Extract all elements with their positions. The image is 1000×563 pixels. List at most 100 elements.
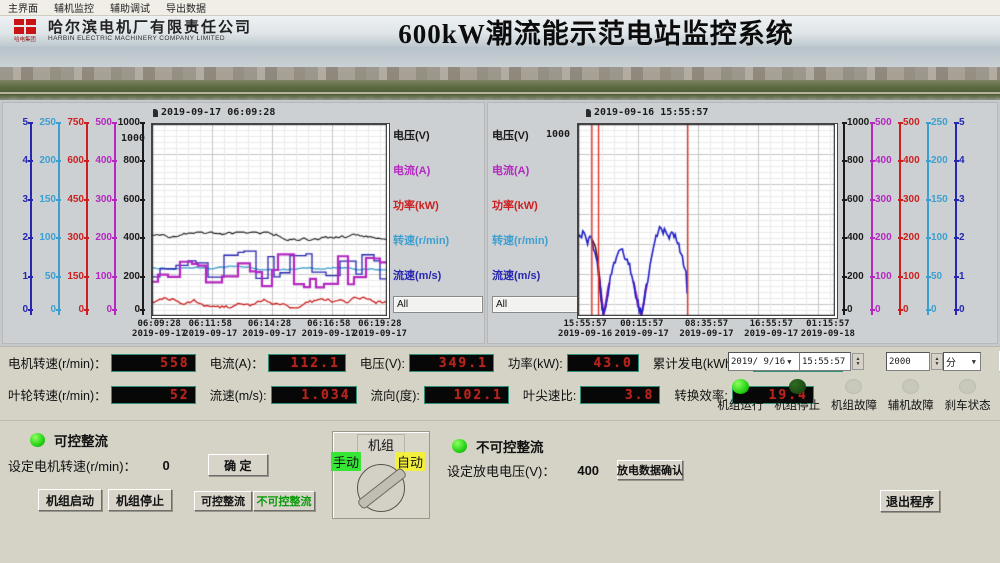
logo-caption: 哈电集团 [14,34,36,42]
legend-item[interactable]: 转速(r/min) [492,222,582,257]
readout-label: 流速(m/s): [210,385,267,404]
exit-program-button[interactable]: 退出程序 [880,490,940,512]
value-axis: 10008006004002000 [840,123,868,315]
axis-tick-label: 0 [88,305,112,315]
right-chart-legend: 电压(V)电流(A)功率(kW)转速(r/min)流速(m/s)All [492,117,582,313]
status-indicator: 辅机故障 [882,379,939,413]
legend-item[interactable]: 流速(m/s) [393,257,483,292]
legend-item[interactable]: 转速(r/min) [393,222,483,257]
status-label: 机组故障 [831,397,877,413]
axis-tick-label: 750 [60,118,84,128]
date-picker[interactable]: 2019/ 9/16 ▼ [728,352,800,371]
time-spinner[interactable]: ▲▼ [852,353,864,370]
diode-rectify-button[interactable]: 不可控整流 [253,491,315,511]
left-chart-legend: 电压(V)电流(A)功率(kW)转速(r/min)流速(m/s) All [393,117,483,313]
status-label: 刹车状态 [945,397,991,413]
readout-item: 电机转速(r/min)：558 [8,353,196,372]
status-led-icon [732,379,749,394]
left-chart-axes: 5432102502001501005007506004503001500500… [7,123,147,315]
axis-tick-label: 4 [959,156,983,166]
status-led-row: 机组运行机组停止机组故障辅机故障刹车状态 [712,379,996,413]
value-axis: 250200150100500 [35,123,63,315]
time-axis-label: 01:15:572019-09-18 [801,319,855,340]
interval-spinner[interactable]: ▲▼ [931,353,943,370]
left-chart-x-labels: 06:09:282019-09-1706:11:582019-09-1706:1… [151,319,388,343]
scr-rectifier-label: 可控整流 [54,430,108,450]
interval-unit-select[interactable]: 分 ▼ [943,352,981,371]
legend-item[interactable]: 电流(A) [393,152,483,187]
axis-tick-label: 0 [60,305,84,315]
left-plot-max-label: 1000 [121,133,145,144]
value-axis: 10008006004002000 [119,123,147,315]
confirm-button[interactable]: 确 定 [208,454,268,476]
right-plot-max-label: 1000 [546,129,570,140]
unit-switch-title: 机组 [357,434,405,454]
he-logo-icon [14,19,36,34]
legend-item[interactable]: 电流(A) [492,152,582,187]
unit-stop-button[interactable]: 机组停止 [108,489,172,511]
axis-tick-label: 500 [88,118,112,128]
legend-item[interactable]: 功率(kW) [393,187,483,222]
cursor-marker-icon [586,109,591,117]
time-axis-label: 06:09:282019-09-17 [132,319,186,340]
right-chart-canvas[interactable] [578,124,835,316]
status-led-icon [902,379,919,394]
status-indicator: 刹车状态 [939,379,996,413]
time-axis-label: 08:35:572019-09-17 [679,319,733,340]
company-name-block: 哈尔滨电机厂有限责任公司 HARBIN ELECTRIC MACHINERY C… [48,20,252,43]
axis-tick-label: 100 [88,272,112,282]
axis-tick-label: 600 [60,156,84,166]
seven-segment-display: 112.1 [268,354,346,372]
legend-item[interactable]: 功率(kW) [492,187,582,222]
readout-band: 电机转速(r/min)：558电流(A)：112.1电压(V):349.1功率(… [0,346,1000,421]
manual-mode-label[interactable]: 手动 [331,452,361,471]
axis-tick-label: 400 [116,233,140,243]
readout-label: 电压(V): [360,353,405,372]
scr-rectify-button[interactable]: 可控整流 [194,491,252,511]
chevron-down-icon[interactable]: ▼ [785,358,793,366]
legend-item[interactable]: 流速(m/s) [492,257,582,292]
set-voltage-value[interactable]: 400 [577,463,599,478]
seven-segment-display: 3.8 [580,386,660,404]
axis-tick-label: 150 [60,272,84,282]
seven-segment-display: 1.034 [271,386,357,404]
left-chart-panel: 5432102502001501005007506004503001500500… [2,102,485,344]
seven-segment-display: 52 [111,386,196,404]
value-axis: 5004003002001000 [896,123,924,315]
chevron-down-icon[interactable]: ▼ [970,358,978,366]
status-led-icon [789,379,806,394]
company-name-en: HARBIN ELECTRIC MACHINERY COMPANY LIMITE… [48,36,252,43]
seven-segment-display: 102.1 [424,386,509,404]
readout-item: 叶轮转速(r/min)：52 [8,385,196,404]
status-indicator: 机组停止 [769,379,826,413]
readout-item: 电流(A)：112.1 [210,353,346,372]
unit-start-button[interactable]: 机组启动 [38,489,102,511]
legend-all-selector[interactable]: All [492,296,582,313]
axis-tick-label: 800 [116,156,140,166]
legend-item[interactable]: 电压(V) [393,117,483,152]
left-chart-canvas[interactable] [152,124,387,316]
discharge-confirm-button[interactable]: 放电数据确认 [617,460,683,480]
panorama-road [0,92,1000,94]
axis-tick-label: 3 [959,195,983,205]
menu-item[interactable]: 主界面 [0,0,46,15]
seven-segment-display: 558 [111,354,196,372]
readout-label: 流向(度): [371,385,420,404]
set-speed-value[interactable]: 0 [163,458,170,473]
axis-tick-label: 300 [60,233,84,243]
menu-item[interactable]: 辅助调试 [102,0,158,15]
value-axis: 7506004503001500 [63,123,91,315]
legend-all-selector[interactable]: All [393,296,483,313]
page-title: 600kW潮流能示范电站监控系统 [252,12,1000,51]
axis-tick-label: 5 [959,118,983,128]
axis-tick-label: 150 [32,195,56,205]
axis-tick-label: 2 [959,233,983,243]
left-plot-area[interactable] [151,123,390,319]
time-picker[interactable]: 15:55:57 [800,352,851,371]
interval-input[interactable]: 2000 [886,352,930,371]
axis-tick-label: 2 [4,233,28,243]
right-plot-area[interactable] [577,123,838,319]
mode-rotary-knob[interactable] [357,464,405,512]
menu-item[interactable]: 导出数据 [158,0,214,15]
menu-item[interactable]: 辅机监控 [46,0,102,15]
